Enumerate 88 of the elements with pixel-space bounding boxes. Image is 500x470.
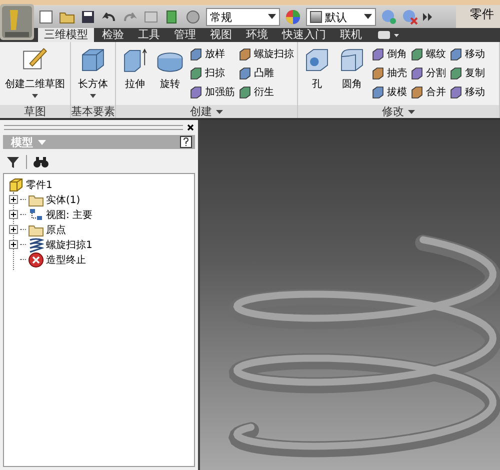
binoculars-icon[interactable] — [33, 155, 49, 169]
ribbon-button[interactable]: 拉伸 — [119, 46, 151, 105]
group-label: 修改 — [298, 105, 499, 118]
ribbon-tab[interactable]: 管理 — [168, 28, 202, 42]
shape-icon — [371, 47, 385, 61]
document-icon[interactable] — [38, 9, 54, 25]
ribbon-tab[interactable]: 视图 — [204, 28, 238, 42]
caret-icon[interactable] — [216, 110, 223, 114]
clear-icon[interactable] — [402, 9, 418, 25]
tree-item[interactable]: 原点 — [46, 222, 66, 236]
ribbon-button[interactable]: 孔 — [301, 46, 333, 105]
shape-icon — [189, 85, 203, 99]
part-cube-icon — [8, 176, 24, 192]
close-icon[interactable] — [187, 124, 194, 131]
panel-header: 模型 — [3, 135, 195, 149]
tree-item[interactable]: 视图: 主要 — [46, 208, 93, 222]
view-icon — [28, 206, 44, 222]
ribbon-button[interactable]: 抽壳 — [371, 65, 407, 81]
stop-icon — [28, 252, 44, 268]
expand-icon[interactable] — [9, 240, 18, 249]
hole-cube-icon — [303, 46, 331, 74]
ribbon-button[interactable]: 放样 — [189, 46, 235, 62]
help-icon[interactable] — [180, 136, 192, 148]
shape-icon — [410, 66, 424, 80]
more-icon[interactable] — [423, 13, 433, 21]
logo-icon — [2, 6, 32, 38]
expand-icon[interactable] — [9, 195, 18, 204]
shape-icon — [371, 66, 385, 80]
ribbon-tab[interactable]: 工具 — [132, 28, 166, 42]
tree-item[interactable]: 实体(1) — [46, 192, 80, 206]
shape-icon — [189, 47, 203, 61]
caret-icon[interactable] — [408, 110, 415, 114]
dropdown[interactable]: 默认 — [306, 8, 376, 26]
coil-icon — [28, 236, 44, 252]
shape-icon — [189, 66, 203, 80]
shape-icon — [449, 66, 463, 80]
ribbon-button[interactable]: 凸雕 — [238, 65, 294, 81]
ribbon-button[interactable]: 长方体 — [76, 46, 110, 105]
shape-icon — [410, 85, 424, 99]
shape-icon — [449, 47, 463, 61]
save-icon[interactable] — [80, 9, 96, 25]
caret-icon — [378, 31, 400, 39]
ribbon-button[interactable]: 螺旋扫掠 — [238, 46, 294, 62]
ribbon-button[interactable]: 圆角 — [336, 46, 368, 105]
ribbon-button[interactable]: 分割 — [410, 65, 446, 81]
group-label: 草图 — [0, 105, 70, 118]
shape-icon — [238, 85, 252, 99]
window-title: 零件 — [469, 6, 494, 23]
panel-grip[interactable] — [4, 125, 183, 130]
dropdown[interactable]: 常规 — [206, 8, 280, 26]
ribbon-button[interactable]: 复制 — [449, 65, 485, 81]
expand-icon[interactable] — [9, 225, 18, 234]
ribbon-button[interactable]: 衍生 — [238, 84, 294, 100]
ribbon-button[interactable]: 移动 — [449, 46, 485, 62]
extrude-icon — [121, 46, 149, 74]
application-button[interactable] — [0, 4, 34, 40]
ribbon-button[interactable]: 旋转 — [154, 46, 186, 105]
ribbon-button[interactable]: 扫掠 — [189, 65, 235, 81]
ribbon-button[interactable]: 螺纹 — [410, 46, 446, 62]
shape-icon — [449, 85, 463, 99]
caret-icon — [364, 14, 372, 20]
ribbon-tab[interactable]: 快速入门 — [276, 28, 332, 42]
group-label: 创建 — [116, 105, 297, 118]
ribbon-tab[interactable]: 联机 — [334, 28, 368, 42]
color-wheel-icon[interactable] — [285, 9, 301, 25]
ribbon-button[interactable]: 合并 — [410, 84, 446, 100]
expand-icon[interactable] — [9, 210, 18, 219]
shape-icon — [238, 47, 252, 61]
tree-item[interactable]: 零件1 — [26, 178, 52, 192]
caret-icon — [268, 14, 276, 20]
swatch-icon — [310, 11, 322, 23]
group-label: 基本要素 — [71, 105, 115, 118]
tree-item[interactable]: 造型终止 — [46, 252, 86, 266]
shape-icon — [410, 47, 424, 61]
ribbon-button[interactable]: 倒角 — [371, 46, 407, 62]
ribbon-tab[interactable]: 检验 — [96, 28, 130, 42]
ribbon-button[interactable]: 拔模 — [371, 84, 407, 100]
tree-item[interactable]: 螺旋扫掠1 — [46, 238, 92, 252]
rounded-cube-icon — [338, 46, 366, 74]
ribbon-button[interactable]: 创建二维草图 — [3, 46, 67, 105]
shape-icon — [238, 66, 252, 80]
shape-icon — [371, 85, 385, 99]
ribbon-button[interactable]: 加强筋 — [189, 84, 235, 100]
ribbon-button[interactable]: 移动 — [449, 84, 485, 100]
cube-icon — [79, 46, 107, 74]
ribbon-tab[interactable]: 环境 — [240, 28, 274, 42]
ribbon-tab[interactable]: 三维模型 — [38, 28, 94, 42]
filter-icon[interactable] — [6, 155, 20, 169]
